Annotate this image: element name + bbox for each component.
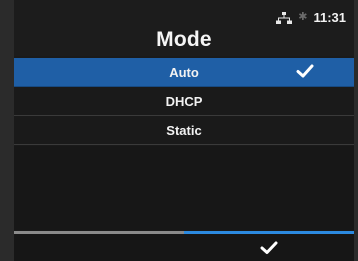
back-softkey[interactable] — [14, 231, 184, 261]
mode-option-list: Auto DHCP Static — [14, 58, 354, 145]
header: ✱ 11:31 Mode — [14, 0, 354, 56]
confirm-softkey[interactable] — [184, 231, 354, 261]
clock-time: 11:31 — [313, 10, 346, 25]
checkmark-icon — [296, 64, 314, 78]
screen-bezel-left — [0, 0, 14, 261]
option-label: DHCP — [165, 93, 203, 109]
network-icon — [276, 11, 293, 24]
checkmark-icon — [260, 241, 278, 254]
option-dhcp[interactable]: DHCP — [14, 87, 354, 116]
list-empty-area — [14, 146, 354, 230]
page-title: Mode — [156, 28, 212, 51]
screen-bezel-right — [354, 0, 358, 261]
softkey-bar — [14, 231, 354, 261]
option-static[interactable]: Static — [14, 116, 354, 145]
option-label: Static — [166, 122, 202, 138]
bluetooth-icon: ✱ — [298, 11, 308, 23]
printer-lcd-screen: ✱ 11:31 Mode Auto DHCP Static — [0, 0, 358, 261]
option-auto[interactable]: Auto — [14, 58, 354, 87]
option-label: Auto — [169, 64, 199, 80]
status-bar: ✱ 11:31 — [276, 10, 346, 25]
